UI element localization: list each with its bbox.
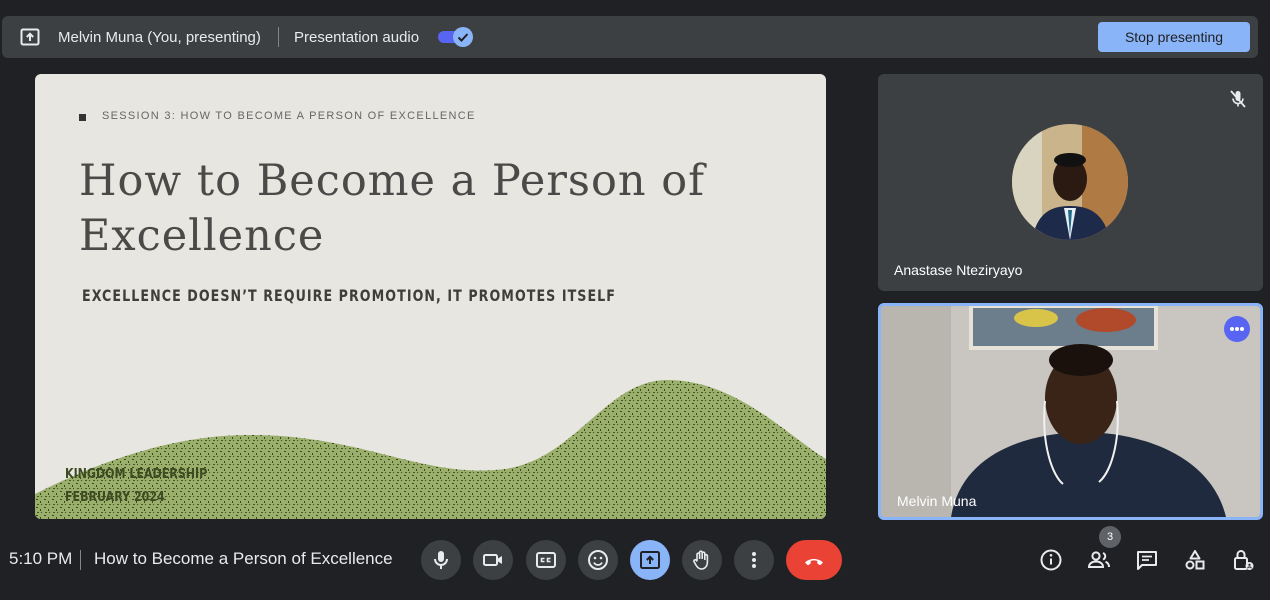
presenter-name: Melvin Muna (You, presenting) (58, 29, 261, 46)
slide-title: How to Become a Person of Excellence (79, 156, 706, 261)
video-camera-icon (483, 554, 502, 566)
slide-subtitle: EXCELLENCE DOESN’T REQUIRE PROMOTION, IT… (82, 286, 617, 305)
stop-presenting-button[interactable]: Stop presenting (1098, 22, 1250, 52)
shapes-icon (1185, 550, 1205, 570)
participant-name: Anastase Nteziryayo (894, 262, 1023, 278)
more-options-icon[interactable] (1224, 316, 1250, 342)
chat-button[interactable] (1133, 546, 1161, 574)
session-bullet (79, 114, 86, 121)
slide-footer-organization: KINGDOM LEADERSHIP (65, 467, 208, 482)
participant-count-badge: 3 (1099, 526, 1121, 548)
slide-session-label: SESSION 3: HOW TO BECOME A PERSON OF EXC… (102, 110, 476, 122)
meeting-details-button[interactable] (1037, 546, 1065, 574)
leave-call-button[interactable] (786, 540, 842, 580)
participant-name: Melvin Muna (897, 493, 977, 509)
check-icon (457, 33, 469, 42)
present-screen-icon (640, 551, 660, 569)
presenting-bar: Melvin Muna (You, presenting) Presentati… (2, 16, 1258, 58)
bottom-divider (80, 550, 81, 570)
microphone-icon (434, 551, 448, 569)
meeting-title: How to Become a Person of Excellence (94, 549, 393, 568)
presentation-audio-toggle[interactable] (436, 26, 474, 48)
hand-icon (693, 550, 709, 570)
captions-button[interactable] (526, 540, 566, 580)
chat-icon (1137, 551, 1157, 570)
present-now-button[interactable] (630, 540, 670, 580)
info-icon (1040, 549, 1062, 571)
topbar-divider (278, 27, 279, 47)
present-screen-icon (20, 27, 40, 47)
presentation-slide: SESSION 3: HOW TO BECOME A PERSON OF EXC… (35, 74, 826, 519)
hang-up-icon (805, 559, 823, 566)
lock-person-icon (1234, 550, 1254, 570)
emoji-reactions-button[interactable] (578, 540, 618, 580)
avatar (1012, 124, 1128, 240)
camera-button[interactable] (473, 540, 513, 580)
host-controls-button[interactable] (1229, 546, 1257, 574)
activities-button[interactable] (1181, 546, 1209, 574)
participant-tile-anastase[interactable]: Anastase Nteziryayo (878, 74, 1263, 291)
more-vert-icon (752, 552, 756, 568)
presentation-audio-label: Presentation audio (294, 29, 420, 46)
more-options-button[interactable] (734, 540, 774, 580)
people-button[interactable] (1085, 546, 1113, 574)
participant-tile-melvin[interactable]: Melvin Muna (878, 303, 1263, 520)
emoji-icon (588, 550, 608, 570)
current-time: 5:10 PM (9, 549, 73, 568)
captions-icon (536, 552, 556, 568)
participant-video (881, 306, 1260, 517)
slide-footer-date: FEBRUARY 2024 (65, 490, 165, 505)
microphone-button[interactable] (421, 540, 461, 580)
mic-off-icon (1227, 88, 1249, 110)
raise-hand-button[interactable] (682, 540, 722, 580)
people-icon (1087, 551, 1110, 568)
